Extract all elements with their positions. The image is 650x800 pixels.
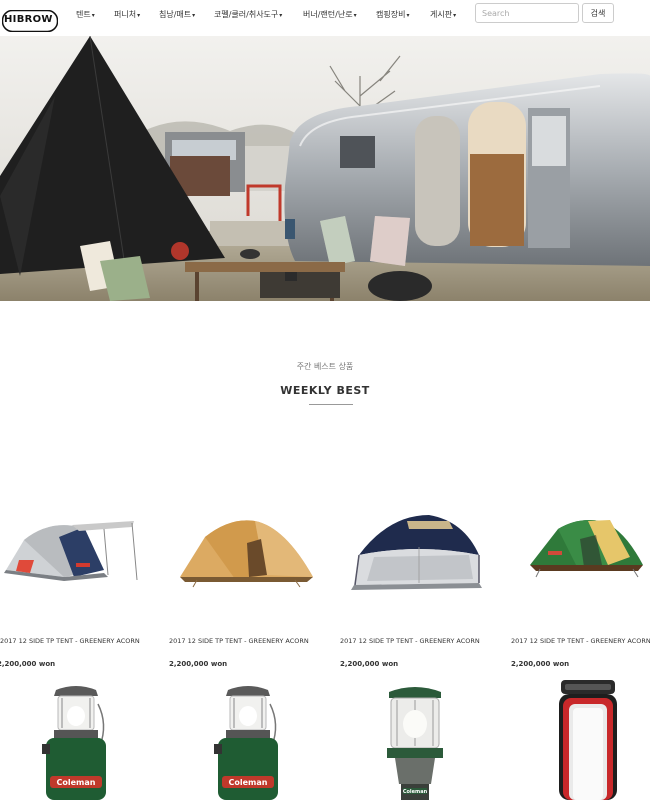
search-button[interactable]: 검색 (582, 3, 614, 23)
brand-label: Coleman (57, 778, 96, 787)
product-card[interactable]: Coleman (375, 684, 455, 800)
caret-down-icon: ▾ (137, 12, 141, 19)
product-name[interactable]: 2017 12 SIDE TP TENT - GREENERY ACORN (0, 637, 140, 645)
search-input[interactable] (475, 3, 579, 23)
tent-icon (530, 520, 643, 578)
product-card[interactable]: Coleman (208, 684, 288, 800)
nav-item-furniture[interactable]: 퍼니처▾ (114, 9, 140, 20)
nav-item-gear[interactable]: 캠핑장비▾ (376, 9, 409, 20)
caret-down-icon: ▾ (91, 12, 95, 19)
caret-down-icon: ▾ (279, 12, 283, 19)
product-name[interactable]: 2017 12 SIDE TP TENT - GREENERY ACORN (169, 637, 309, 645)
brand-label: Coleman (403, 789, 428, 795)
nav-label: 버너/랜턴/난로 (303, 10, 353, 19)
nav-item-burner[interactable]: 버너/랜턴/난로▾ (303, 9, 357, 20)
nav-item-cookware[interactable]: 코펠/쿨러/취사도구▾ (214, 9, 282, 20)
product-card[interactable] (553, 678, 623, 800)
product-card[interactable]: 2017 12 SIDE TP TENT - GREENERY ACORN 2,… (0, 505, 160, 680)
tent-icon (351, 515, 482, 590)
nav-item-sleeping[interactable]: 침낭/매트▾ (159, 9, 195, 20)
hero-camping-illustration (0, 36, 650, 301)
product-price: 2,200,000 won (0, 660, 56, 668)
led-lantern-icon (559, 680, 617, 800)
hero-banner[interactable] (0, 36, 650, 301)
nav-label: 캠핑장비 (376, 10, 406, 19)
nav-label: 침낭/매트 (159, 10, 192, 19)
product-price: 2,200,000 won (511, 660, 570, 668)
product-price: 2,200,000 won (169, 660, 228, 668)
section-subtitle: 주간 베스트 상품 (296, 362, 354, 371)
nav-label: 퍼니처 (114, 10, 137, 19)
lantern-icon: Coleman (214, 686, 278, 800)
nav-item-board[interactable]: 게시판▾ (430, 9, 456, 20)
caret-down-icon: ▾ (406, 12, 410, 19)
nav-label: 코펠/쿨러/취사도구 (214, 10, 279, 19)
title-divider (309, 404, 353, 405)
logo-text: HIBROW (4, 14, 53, 25)
nav-item-tent[interactable]: 텐트▾ (76, 9, 95, 20)
product-name[interactable]: 2017 12 SIDE TP TENT - GREENERY ACORN (511, 637, 650, 645)
product-card[interactable]: 2017 12 SIDE TP TENT - GREENERY ACORN 2,… (508, 505, 650, 680)
tent-icon (180, 520, 313, 588)
lantern-icon: Coleman (387, 687, 443, 800)
section-title: WEEKLY BEST (280, 384, 370, 397)
product-card[interactable]: 2017 12 SIDE TP TENT - GREENERY ACORN 2,… (337, 505, 497, 680)
caret-down-icon: ▾ (453, 12, 457, 19)
brand-label: Coleman (229, 778, 268, 787)
nav-label: 텐트 (76, 10, 91, 19)
product-name[interactable]: 2017 12 SIDE TP TENT - GREENERY ACORN (340, 637, 480, 645)
nav-label: 게시판 (430, 10, 453, 19)
tent-icon (4, 521, 138, 581)
caret-down-icon: ▾ (192, 12, 196, 19)
site-header: HIBROW 텐트▾ 퍼니처▾ 침낭/매트▾ 코펠/쿨러/취사도구▾ 버너/랜턴… (0, 0, 650, 34)
product-card[interactable]: 2017 12 SIDE TP TENT - GREENERY ACORN 2,… (165, 505, 325, 680)
product-card[interactable]: Coleman (36, 684, 116, 800)
caret-down-icon: ▾ (353, 12, 357, 19)
product-price: 2,200,000 won (340, 660, 399, 668)
lantern-icon: Coleman (42, 686, 106, 800)
